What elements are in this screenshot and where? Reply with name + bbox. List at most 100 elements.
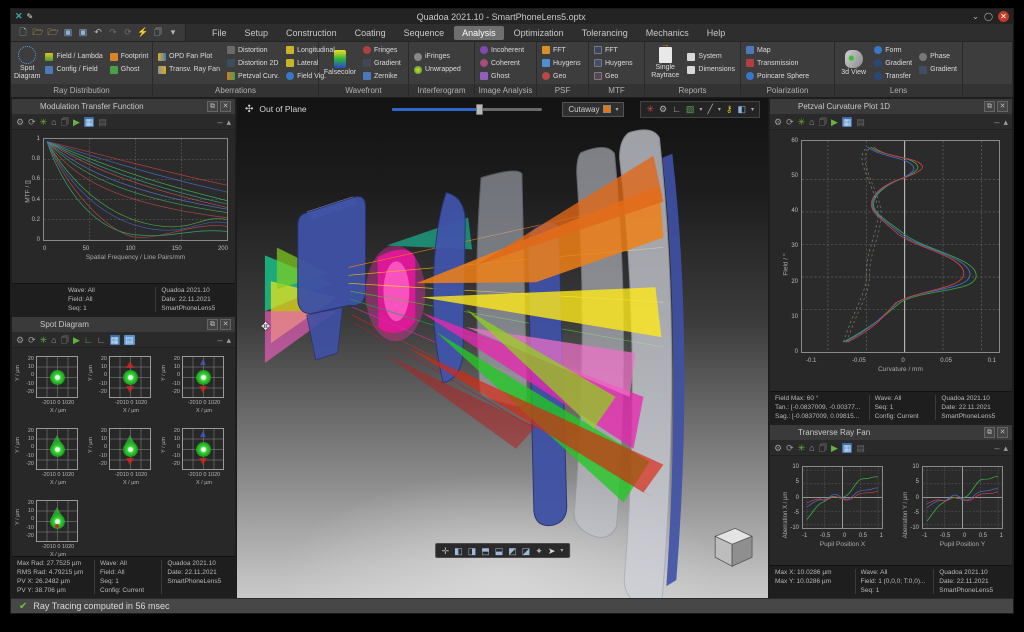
settings-icon[interactable]: ⚙ [16,335,24,345]
save-as-icon[interactable]: ▣ [77,27,89,38]
copy-icon[interactable]: 🗇 [152,25,164,41]
spot-mini-plot-4[interactable]: Y / µm 20 10 0 -10 -20 -2010 0 1020 X / … [14,424,87,495]
close-icon[interactable]: ✕ [997,427,1008,438]
pin-icon[interactable]: ▴ [226,117,231,127]
menu-mechanics[interactable]: Mechanics [638,26,697,40]
psf-geo-button[interactable]: Geo [540,70,583,82]
menu-help[interactable]: Help [699,26,734,40]
unwrapped-button[interactable]: Unwrapped [412,64,463,76]
poincare-sphere-button[interactable]: Poincare Sphere [744,70,811,82]
pin-icon[interactable]: ▴ [226,335,231,345]
lens-gradient2-button[interactable]: Gradient [917,64,959,76]
run-raytrace-icon[interactable]: ⚡ [137,27,149,38]
spot-mini-plot-1[interactable]: Y / µm 20 10 0 -10 -20 -2010 0 1020 X / … [14,352,87,423]
lens-form-button[interactable]: Form [872,44,914,56]
system-button[interactable]: System [685,51,737,63]
spot-mini-plot-3[interactable]: Y / µm 20 10 0 -10 -20 -2010 0 1020 X / … [160,352,233,423]
export-icon[interactable]: ▶ [73,117,80,127]
menu-optimization[interactable]: Optimization [506,26,572,40]
ia-ghost-button[interactable]: Ghost [478,70,526,82]
list-view-icon[interactable]: ▤ [856,117,865,127]
cutaway-dropdown[interactable]: Cutaway ▾ [562,101,625,117]
zernike-button[interactable]: Zernike [361,70,403,82]
cube-view-icon[interactable]: ◧ [737,104,746,114]
minimize-icon[interactable]: – [217,117,222,127]
distortion-2d-button[interactable]: Distortion 2D [225,57,281,69]
chevron-down-icon[interactable]: ▾ [560,547,563,554]
spot-mini-plot-7[interactable]: Y / µm 20 10 0 -10 -20 -2010 0 1020 X / … [14,496,87,567]
color-mode-icon[interactable]: ▧ [686,104,695,114]
copy-icon[interactable]: 🗇 [61,117,69,127]
refresh-icon[interactable]: ⟳ [28,335,36,345]
menu-tolerancing[interactable]: Tolerancing [574,26,636,40]
dimensions-button[interactable]: Dimensions [685,64,737,76]
settings-icon[interactable]: ⚙ [16,117,24,127]
restore-icon[interactable]: ⧉ [984,427,995,438]
import-file-icon[interactable]: 🗁 [47,25,59,41]
settings-icon[interactable]: ⚙ [774,443,782,453]
mtf-plot-area[interactable] [43,138,228,241]
menu-setup[interactable]: Setup [237,26,277,40]
axes-icon[interactable]: ∟ [672,104,681,114]
compass-icon[interactable]: ✦ [535,546,543,556]
coherent-button[interactable]: Coherent [478,57,526,69]
refresh-icon[interactable]: ⟳ [28,117,36,127]
redo-icon[interactable]: ↷ [107,27,119,38]
restore-icon[interactable]: ⧉ [984,101,995,112]
refresh-icon[interactable]: ⟳ [786,443,794,453]
new-file-icon[interactable]: 🗋 [17,25,29,41]
psf-fft-button[interactable]: FFT [540,44,583,56]
config-field-button[interactable]: Config / Field [43,64,104,76]
mtf-geo-button[interactable]: Geo [592,70,635,82]
petzval-panel-titlebar[interactable]: Petzval Curvature Plot 1D ⧉ ✕ [770,99,1012,114]
axes-alt-icon[interactable]: ∟ [97,335,106,345]
mtf-huygens-button[interactable]: Huygens [592,57,635,69]
side-view-icon[interactable]: ⬓ [495,546,504,556]
3d-view-button[interactable]: 3d View [838,49,869,77]
front-view-icon[interactable]: ◨ [468,546,477,556]
spot-diagram-button[interactable]: Spot Diagram [14,45,40,80]
ghost-button[interactable]: Ghost [108,64,151,76]
chevron-down-icon[interactable]: ▾ [718,106,721,113]
menu-construction[interactable]: Construction [278,26,345,40]
trace-icon[interactable]: ✳ [798,443,806,453]
falsecolor-button[interactable]: Falsecolor [322,49,358,77]
lens-transfer-button[interactable]: Transfer [872,70,914,82]
wf-fringes-button[interactable]: Fringes [361,44,403,56]
pin-icon[interactable]: ▴ [1003,443,1008,453]
rays-toggle-icon[interactable]: ✳ [646,104,654,114]
maximize-icon[interactable]: ◯ [982,12,995,21]
petzval-curv-button[interactable]: Petzval Curv. [225,70,281,82]
spot-panel-titlebar[interactable]: Spot Diagram ⧉ ✕ [12,317,235,332]
distortion-button[interactable]: Distortion [225,44,281,56]
ifringes-button[interactable]: iFringes [412,51,463,63]
undo-icon[interactable]: ↶ [92,27,104,38]
menu-sequence[interactable]: Sequence [396,26,453,40]
pin-icon[interactable]: ▴ [1003,117,1008,127]
export-icon[interactable]: ▶ [831,443,838,453]
trace-icon[interactable]: ✳ [798,117,806,127]
home-icon[interactable]: ⌂ [809,443,814,453]
rayfan-panel-titlebar[interactable]: Transverse Ray Fan ⧉ ✕ [770,425,1012,440]
chevron-down-icon[interactable]: ▾ [751,106,754,113]
transmission-button[interactable]: Transmission [744,57,811,69]
trace-icon[interactable]: ✳ [40,335,48,345]
cutaway-color-swatch[interactable] [603,105,612,113]
minimize-icon[interactable]: – [994,117,999,127]
slider-knob[interactable] [476,103,484,115]
restore-icon[interactable]: ⧉ [207,319,218,330]
dropdown-chevron-icon[interactable]: ⌄ [969,12,982,21]
copy-icon[interactable]: 🗇 [819,117,827,127]
export-icon[interactable]: ▶ [831,117,838,127]
save-icon[interactable]: ▣ [62,27,74,38]
single-raytrace-button[interactable]: Single Raytrace [648,40,682,79]
minimize-icon[interactable]: – [994,443,999,453]
field-lambda-button[interactable]: Field / Lambda [43,51,104,63]
trace-icon[interactable]: ✳ [40,117,48,127]
cutaway-slider[interactable] [392,103,543,115]
mtf-panel-titlebar[interactable]: Modulation Transfer Function ⧉ ✕ [12,99,235,114]
menu-file[interactable]: File [204,26,235,40]
lock-key-icon[interactable]: ⚷ [726,104,733,114]
copy-icon[interactable]: 🗇 [819,443,827,453]
footprint-button[interactable]: Footprint [108,51,151,63]
